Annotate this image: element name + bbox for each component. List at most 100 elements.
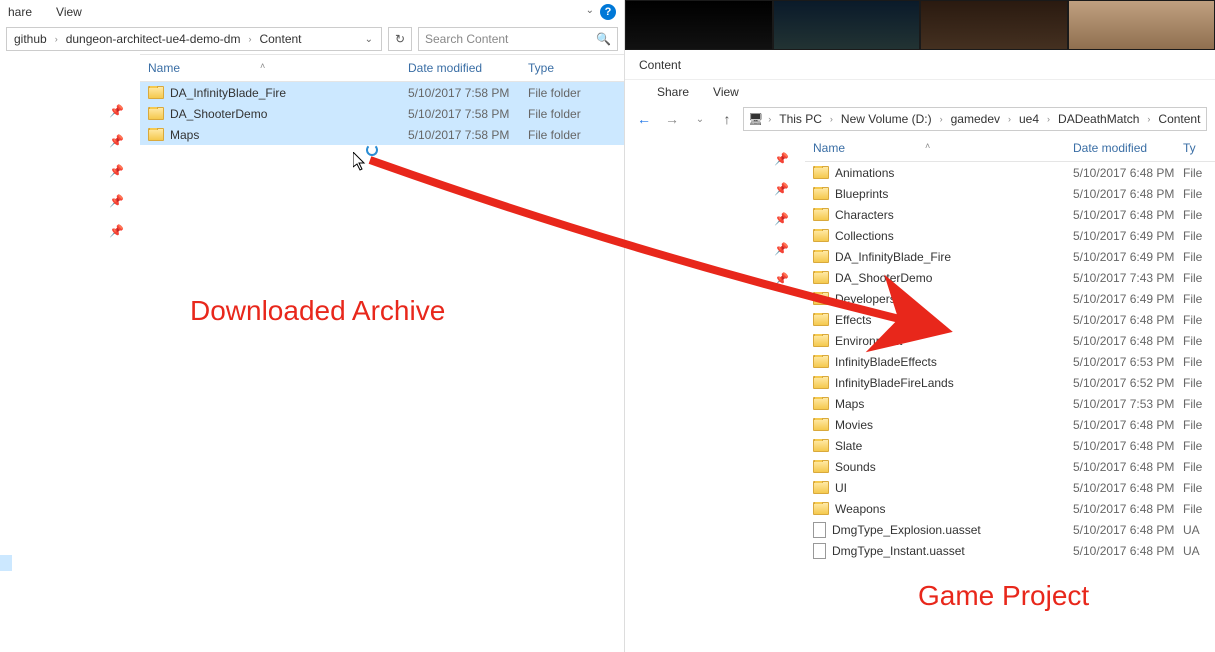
- menu-view[interactable]: View: [56, 5, 82, 19]
- nav-up-button[interactable]: ↑: [717, 108, 737, 130]
- table-row[interactable]: Maps5/10/2017 7:53 PMFile: [805, 393, 1215, 414]
- cell-date: 5/10/2017 6:48 PM: [1065, 208, 1175, 222]
- file-name: Maps: [835, 397, 864, 411]
- thumbnail: [921, 1, 1067, 49]
- cell-name: Sounds: [805, 460, 1065, 474]
- folder-icon: [813, 481, 829, 494]
- cell-type: File: [1175, 418, 1215, 432]
- refresh-button[interactable]: ↻: [388, 27, 412, 51]
- nav-history-dropdown[interactable]: ⌄: [689, 108, 711, 130]
- table-row[interactable]: Animations5/10/2017 6:48 PMFile: [805, 162, 1215, 183]
- table-row[interactable]: Slate5/10/2017 6:48 PMFile: [805, 435, 1215, 456]
- crumb[interactable]: This PC: [776, 110, 825, 128]
- col-name[interactable]: Name˄: [140, 61, 400, 75]
- cell-name: DmgType_Explosion.uasset: [805, 522, 1065, 538]
- chevron-down-icon[interactable]: ⌄: [586, 5, 594, 16]
- crumb[interactable]: github: [11, 30, 50, 48]
- table-row[interactable]: Effects5/10/2017 6:48 PMFile: [805, 309, 1215, 330]
- crumb[interactable]: ue4: [1016, 110, 1042, 128]
- table-row[interactable]: Blueprints5/10/2017 6:48 PMFile: [805, 183, 1215, 204]
- file-name: InfinityBladeFireLands: [835, 376, 954, 390]
- nav-back-button[interactable]: ←: [633, 108, 655, 130]
- search-input[interactable]: [425, 32, 596, 46]
- folder-icon: [813, 502, 829, 515]
- menu-share[interactable]: Share: [657, 85, 689, 99]
- table-row[interactable]: Maps5/10/2017 7:58 PMFile folder: [140, 124, 624, 145]
- file-name: UI: [835, 481, 847, 495]
- col-type[interactable]: Type: [520, 61, 620, 75]
- folder-icon: [148, 86, 164, 99]
- cell-type: File: [1175, 439, 1215, 453]
- crumb[interactable]: Content: [256, 30, 304, 48]
- table-row[interactable]: DA_ShooterDemo5/10/2017 7:43 PMFile: [805, 267, 1215, 288]
- menu-share[interactable]: hare: [8, 5, 32, 19]
- table-row[interactable]: Characters5/10/2017 6:48 PMFile: [805, 204, 1215, 225]
- table-row[interactable]: Sounds5/10/2017 6:48 PMFile: [805, 456, 1215, 477]
- file-name: Maps: [170, 128, 199, 142]
- cell-type: File: [1175, 481, 1215, 495]
- cell-name: Effects: [805, 313, 1065, 327]
- breadcrumb-left[interactable]: github› dungeon-architect-ue4-demo-dm› C…: [6, 27, 382, 51]
- file-icon: [813, 522, 826, 538]
- menu-view[interactable]: View: [713, 85, 739, 99]
- table-row[interactable]: DA_InfinityBlade_Fire5/10/2017 7:58 PMFi…: [140, 82, 624, 103]
- cell-name: Environment: [805, 334, 1065, 348]
- thumbnail: [1069, 1, 1215, 49]
- crumb[interactable]: gamedev: [948, 110, 1003, 128]
- explorer-window-right: Content Share View ← → ⌄ ↑ 🖥› This PC› N…: [625, 0, 1215, 652]
- crumb[interactable]: dungeon-architect-ue4-demo-dm: [63, 30, 244, 48]
- cell-name: Slate: [805, 439, 1065, 453]
- table-row[interactable]: Weapons5/10/2017 6:48 PMFile: [805, 498, 1215, 519]
- table-row[interactable]: DmgType_Instant.uasset5/10/2017 6:48 PMU…: [805, 540, 1215, 561]
- cell-type: File: [1175, 460, 1215, 474]
- quick-access-pins-left: 📌 📌 📌 📌 📌: [0, 54, 140, 652]
- cell-type: File: [1175, 376, 1215, 390]
- cell-date: 5/10/2017 6:48 PM: [1065, 166, 1175, 180]
- table-row[interactable]: InfinityBladeFireLands5/10/2017 6:52 PMF…: [805, 372, 1215, 393]
- menu-bar-right: Share View: [625, 80, 1215, 104]
- table-row[interactable]: Collections5/10/2017 6:49 PMFile: [805, 225, 1215, 246]
- pin-icon: 📌: [109, 134, 124, 148]
- col-type[interactable]: Ty: [1175, 141, 1215, 155]
- file-list-left: DA_InfinityBlade_Fire5/10/2017 7:58 PMFi…: [140, 82, 624, 145]
- table-row[interactable]: DA_InfinityBlade_Fire5/10/2017 6:49 PMFi…: [805, 246, 1215, 267]
- crumb[interactable]: Content: [1155, 110, 1203, 128]
- search-icon[interactable]: 🔍: [596, 32, 611, 46]
- columns-header-left: Name˄ Date modified Type: [140, 54, 624, 82]
- breadcrumb-dropdown-icon[interactable]: ⌄: [361, 34, 377, 45]
- file-name: Environment: [835, 334, 902, 348]
- cell-name: Characters: [805, 208, 1065, 222]
- cell-date: 5/10/2017 7:58 PM: [400, 107, 520, 121]
- table-row[interactable]: Environment5/10/2017 6:48 PMFile: [805, 330, 1215, 351]
- window-title-right: Content: [625, 50, 1215, 80]
- quick-access-pins-right: 📌 📌 📌 📌 📌: [625, 134, 805, 652]
- col-name[interactable]: Name˄: [805, 141, 1065, 155]
- folder-icon: [813, 187, 829, 200]
- crumb[interactable]: DADeathMatch: [1055, 110, 1142, 128]
- folder-icon: [813, 334, 829, 347]
- cell-date: 5/10/2017 7:58 PM: [400, 86, 520, 100]
- nav-forward-button[interactable]: →: [661, 108, 683, 130]
- cell-date: 5/10/2017 6:48 PM: [1065, 334, 1175, 348]
- pin-icon: 📌: [774, 152, 789, 166]
- table-row[interactable]: DA_ShooterDemo5/10/2017 7:58 PMFile fold…: [140, 103, 624, 124]
- cell-date: 5/10/2017 6:48 PM: [1065, 439, 1175, 453]
- pin-icon: 📌: [774, 242, 789, 256]
- search-box-left[interactable]: 🔍: [418, 27, 618, 51]
- cell-type: File folder: [520, 107, 620, 121]
- breadcrumb-right[interactable]: 🖥› This PC› New Volume (D:)› gamedev› ue…: [743, 107, 1207, 131]
- col-date[interactable]: Date modified: [1065, 141, 1175, 155]
- help-icon[interactable]: ?: [600, 4, 616, 20]
- table-row[interactable]: DmgType_Explosion.uasset5/10/2017 6:48 P…: [805, 519, 1215, 540]
- table-row[interactable]: Developers5/10/2017 6:49 PMFile: [805, 288, 1215, 309]
- table-row[interactable]: Movies5/10/2017 6:48 PMFile: [805, 414, 1215, 435]
- file-name: Movies: [835, 418, 873, 432]
- cell-date: 5/10/2017 6:49 PM: [1065, 250, 1175, 264]
- crumb[interactable]: New Volume (D:): [838, 110, 935, 128]
- cell-name: Blueprints: [805, 187, 1065, 201]
- table-row[interactable]: UI5/10/2017 6:48 PMFile: [805, 477, 1215, 498]
- pin-icon: 📌: [109, 224, 124, 238]
- cell-name: DA_ShooterDemo: [140, 107, 400, 121]
- table-row[interactable]: InfinityBladeEffects5/10/2017 6:53 PMFil…: [805, 351, 1215, 372]
- col-date[interactable]: Date modified: [400, 61, 520, 75]
